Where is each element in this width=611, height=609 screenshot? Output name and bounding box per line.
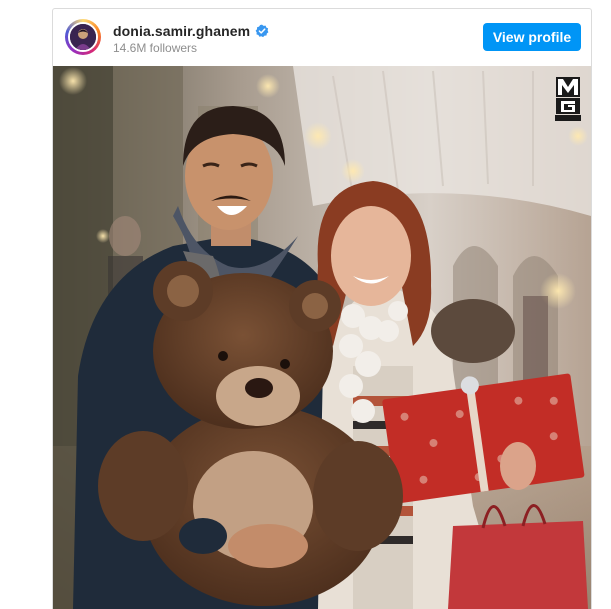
avatar-image	[68, 22, 98, 52]
instagram-embed-card: donia.samir.ghanem 14.6M followers View …	[52, 8, 592, 609]
profile-avatar[interactable]	[65, 19, 101, 55]
post-header: donia.samir.ghanem 14.6M followers View …	[53, 9, 591, 67]
view-profile-button[interactable]: View profile	[483, 23, 581, 51]
verified-badge-icon	[255, 24, 269, 38]
username-row: donia.samir.ghanem	[113, 22, 269, 40]
post-photo[interactable]	[53, 66, 591, 609]
photo-image	[53, 66, 591, 609]
mg-pexel-logo-icon	[555, 77, 581, 121]
follower-count: 14.6M followers	[113, 41, 198, 55]
username-link[interactable]: donia.samir.ghanem	[113, 23, 250, 39]
